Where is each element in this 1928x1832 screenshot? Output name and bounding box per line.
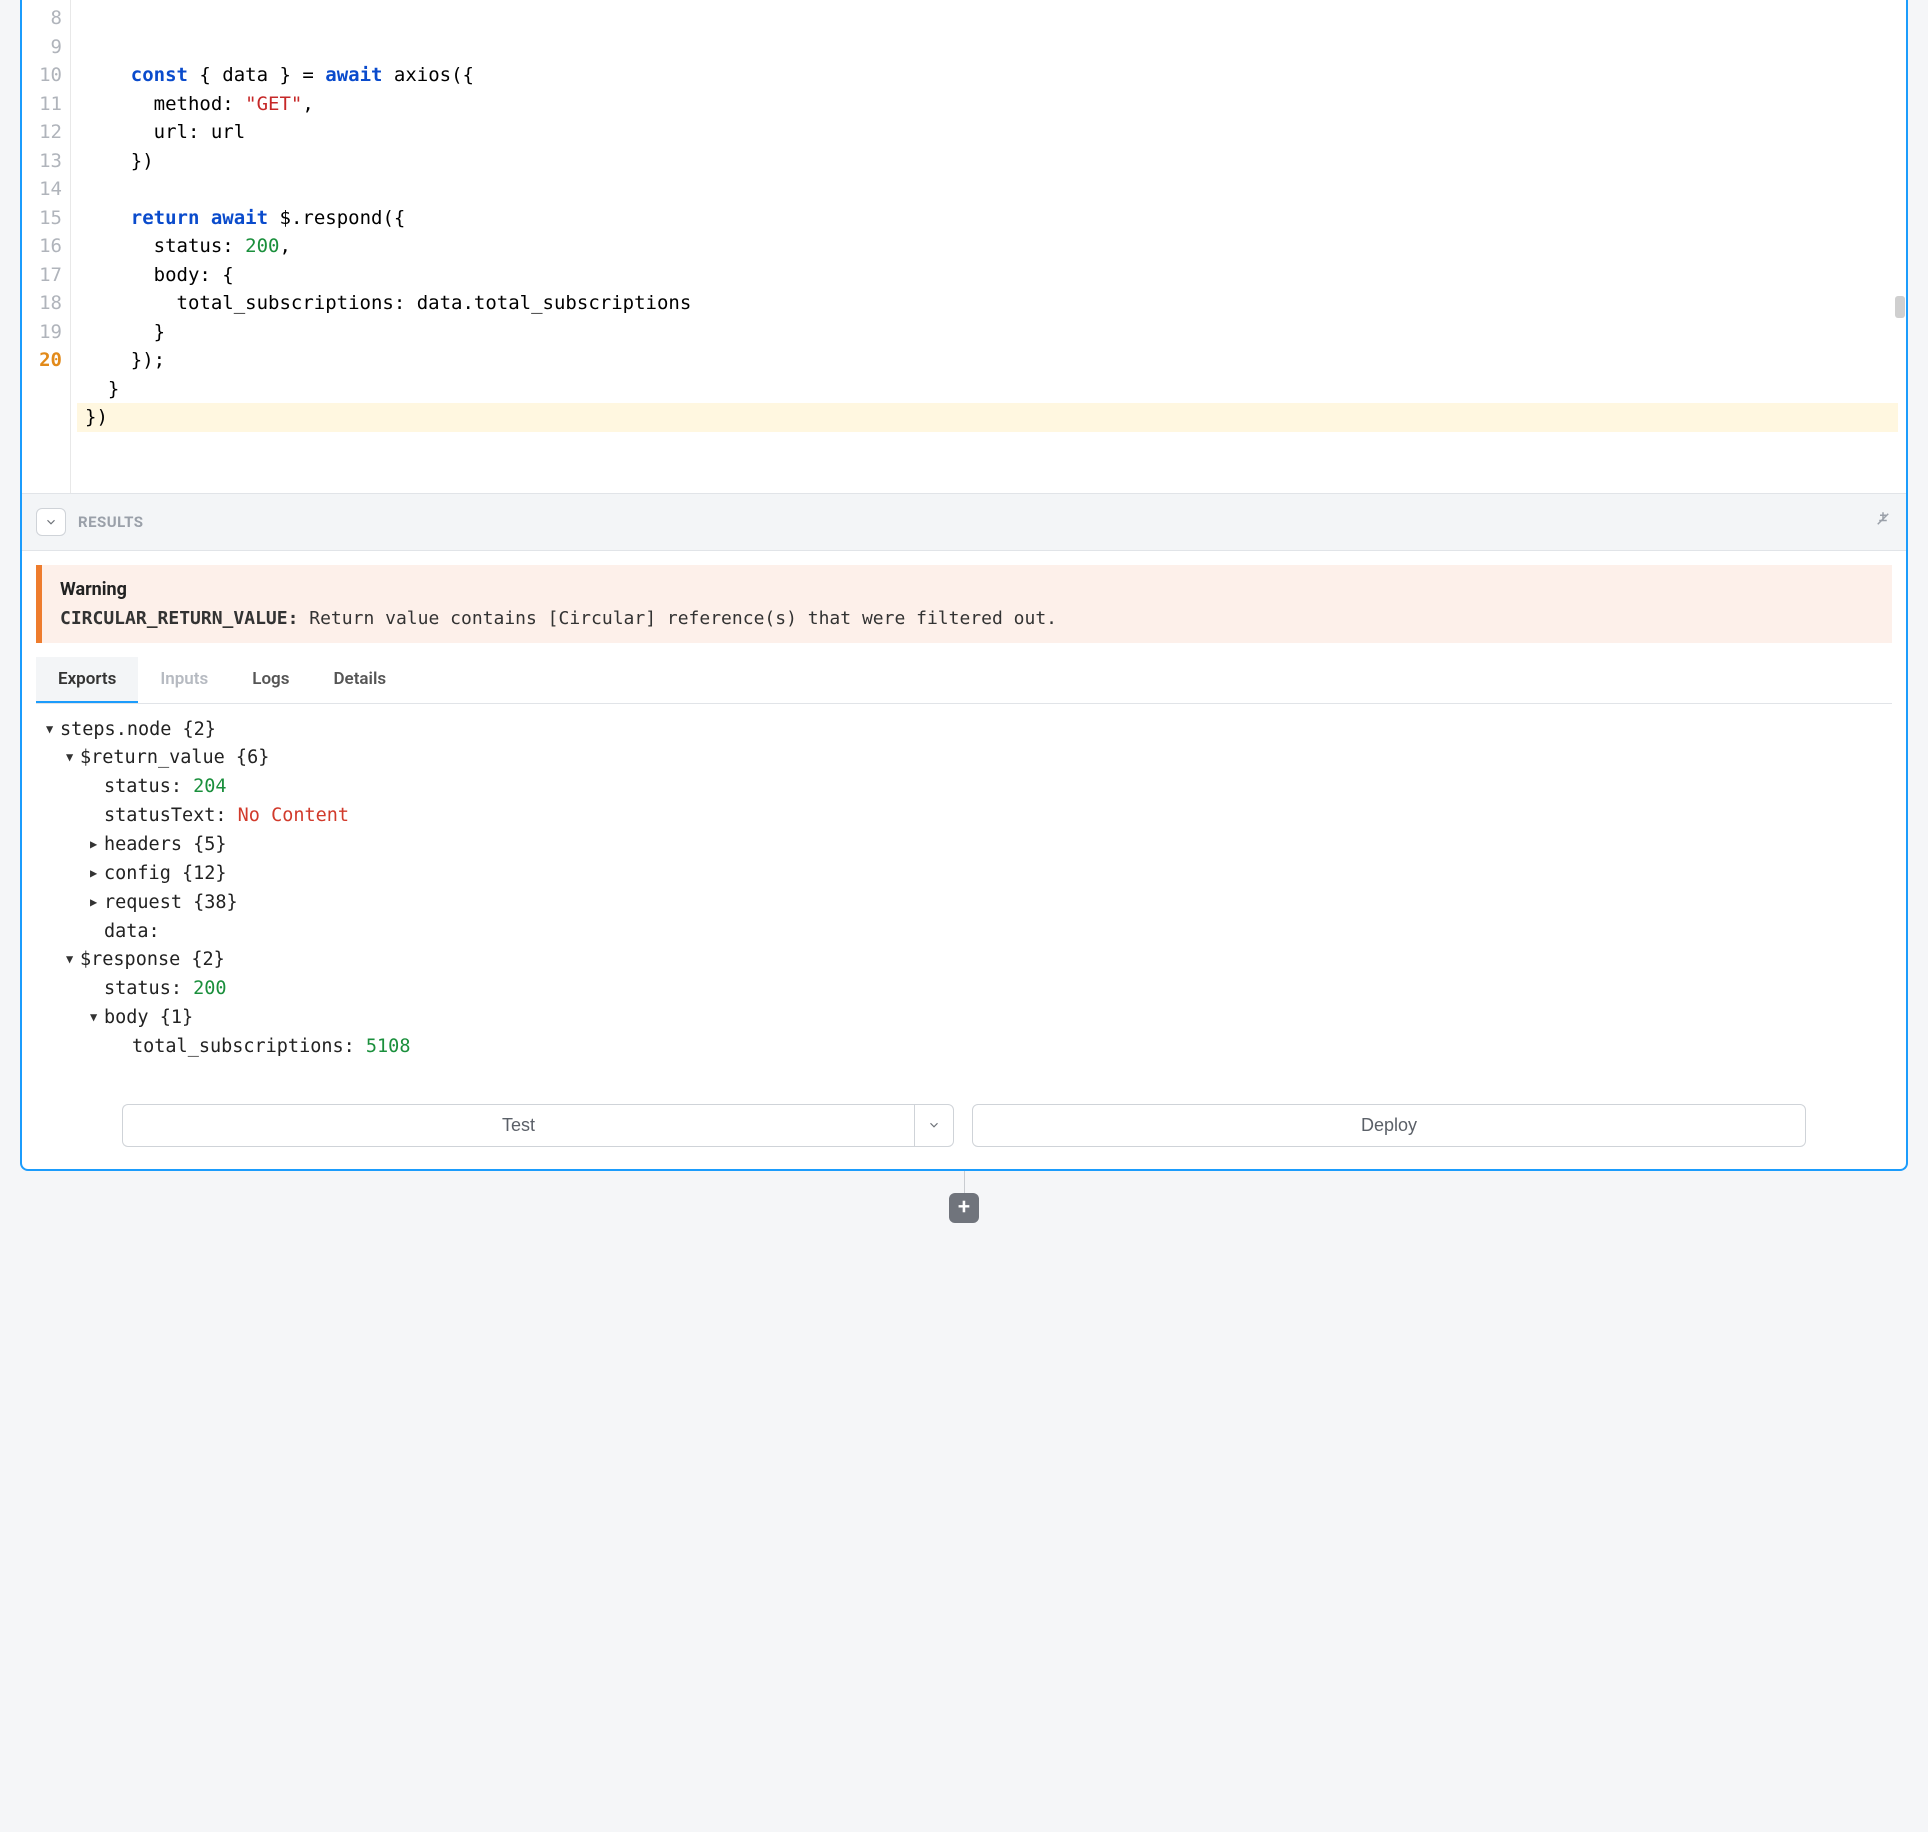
line-number: 10 bbox=[34, 61, 62, 90]
code-line[interactable]: method: "GET", bbox=[77, 90, 1898, 119]
line-number: 9 bbox=[34, 33, 62, 62]
tab-details[interactable]: Details bbox=[311, 657, 408, 703]
line-number: 18 bbox=[34, 289, 62, 318]
tree-row[interactable]: data: bbox=[46, 918, 1882, 947]
results-header: RESULTS bbox=[22, 493, 1906, 551]
workflow-step-card: 891011121314151617181920 const { data } … bbox=[20, 0, 1908, 1171]
results-title: RESULTS bbox=[78, 513, 144, 531]
exports-tree[interactable]: steps.node {2}$return_value {6}status: 2… bbox=[22, 704, 1906, 1086]
connector-line bbox=[964, 1171, 965, 1193]
line-number: 15 bbox=[34, 204, 62, 233]
code-line[interactable]: return await $.respond({ bbox=[77, 204, 1898, 233]
results-header-left: RESULTS bbox=[36, 508, 144, 536]
tree-row[interactable]: headers {5} bbox=[46, 831, 1882, 860]
tree-row[interactable]: config {12} bbox=[46, 860, 1882, 889]
line-number: 13 bbox=[34, 147, 62, 176]
tree-row[interactable]: total_subscriptions: 5108 bbox=[46, 1033, 1882, 1062]
code-line[interactable]: body: { bbox=[77, 261, 1898, 290]
caret-icon[interactable] bbox=[46, 716, 60, 745]
scrollbar-thumb[interactable] bbox=[1895, 296, 1905, 318]
code-line[interactable]: total_subscriptions: data.total_subscrip… bbox=[77, 289, 1898, 318]
tree-row[interactable]: $return_value {6} bbox=[46, 744, 1882, 773]
code-content[interactable]: const { data } = await axios({ method: "… bbox=[70, 0, 1906, 493]
warning-message: Return value contains [Circular] referen… bbox=[298, 608, 1057, 629]
warning-body: CIRCULAR_RETURN_VALUE: Return value cont… bbox=[60, 608, 1874, 629]
line-number: 16 bbox=[34, 232, 62, 261]
line-number: 8 bbox=[34, 4, 62, 33]
test-button-group: Test bbox=[122, 1104, 954, 1147]
collapse-results-button[interactable] bbox=[36, 508, 66, 536]
code-line[interactable]: const { data } = await axios({ bbox=[77, 61, 1898, 90]
line-number-gutter: 891011121314151617181920 bbox=[22, 0, 70, 493]
chevron-down-icon bbox=[927, 1118, 941, 1132]
tree-row[interactable]: steps.node {2} bbox=[46, 716, 1882, 745]
line-number: 20 bbox=[34, 346, 62, 375]
caret-icon[interactable] bbox=[66, 946, 80, 975]
tab-inputs[interactable]: Inputs bbox=[138, 657, 230, 703]
tree-row[interactable]: status: 204 bbox=[46, 773, 1882, 802]
code-line[interactable]: status: 200, bbox=[77, 232, 1898, 261]
caret-icon[interactable] bbox=[90, 860, 104, 889]
caret-icon[interactable] bbox=[90, 831, 104, 860]
code-line[interactable]: }) bbox=[77, 147, 1898, 176]
test-button[interactable]: Test bbox=[122, 1104, 914, 1147]
warning-banner: Warning CIRCULAR_RETURN_VALUE: Return va… bbox=[36, 565, 1892, 643]
tree-row[interactable]: status: 200 bbox=[46, 975, 1882, 1004]
tab-logs[interactable]: Logs bbox=[230, 657, 311, 703]
code-line[interactable]: url: url bbox=[77, 118, 1898, 147]
chevron-down-icon bbox=[44, 515, 58, 529]
deploy-button[interactable]: Deploy bbox=[972, 1104, 1806, 1147]
code-line[interactable]: } bbox=[77, 375, 1898, 404]
code-line[interactable] bbox=[77, 175, 1898, 204]
tree-row[interactable]: body {1} bbox=[46, 1004, 1882, 1033]
caret-icon[interactable] bbox=[90, 1004, 104, 1033]
caret-icon[interactable] bbox=[90, 889, 104, 918]
line-number: 17 bbox=[34, 261, 62, 290]
results-tabs: ExportsInputsLogsDetails bbox=[36, 657, 1892, 704]
footer-actions: Test Deploy bbox=[22, 1086, 1906, 1169]
pin-button[interactable] bbox=[1874, 510, 1892, 533]
tree-row[interactable]: statusText: No Content bbox=[46, 802, 1882, 831]
test-dropdown-button[interactable] bbox=[914, 1104, 954, 1147]
line-number: 14 bbox=[34, 175, 62, 204]
unpin-icon bbox=[1874, 510, 1892, 528]
line-number: 11 bbox=[34, 90, 62, 119]
line-number: 12 bbox=[34, 118, 62, 147]
caret-icon[interactable] bbox=[66, 744, 80, 773]
step-connector: + bbox=[20, 1171, 1908, 1223]
warning-title: Warning bbox=[60, 579, 1874, 600]
warning-code: CIRCULAR_RETURN_VALUE: bbox=[60, 608, 298, 629]
code-line[interactable]: } bbox=[77, 318, 1898, 347]
code-editor[interactable]: 891011121314151617181920 const { data } … bbox=[22, 0, 1906, 493]
line-number: 19 bbox=[34, 318, 62, 347]
tree-row[interactable]: request {38} bbox=[46, 889, 1882, 918]
code-line[interactable]: }) bbox=[77, 403, 1898, 432]
code-line[interactable]: }); bbox=[77, 346, 1898, 375]
tab-exports[interactable]: Exports bbox=[36, 657, 138, 703]
tree-row[interactable]: $response {2} bbox=[46, 946, 1882, 975]
add-step-button[interactable]: + bbox=[949, 1193, 979, 1223]
